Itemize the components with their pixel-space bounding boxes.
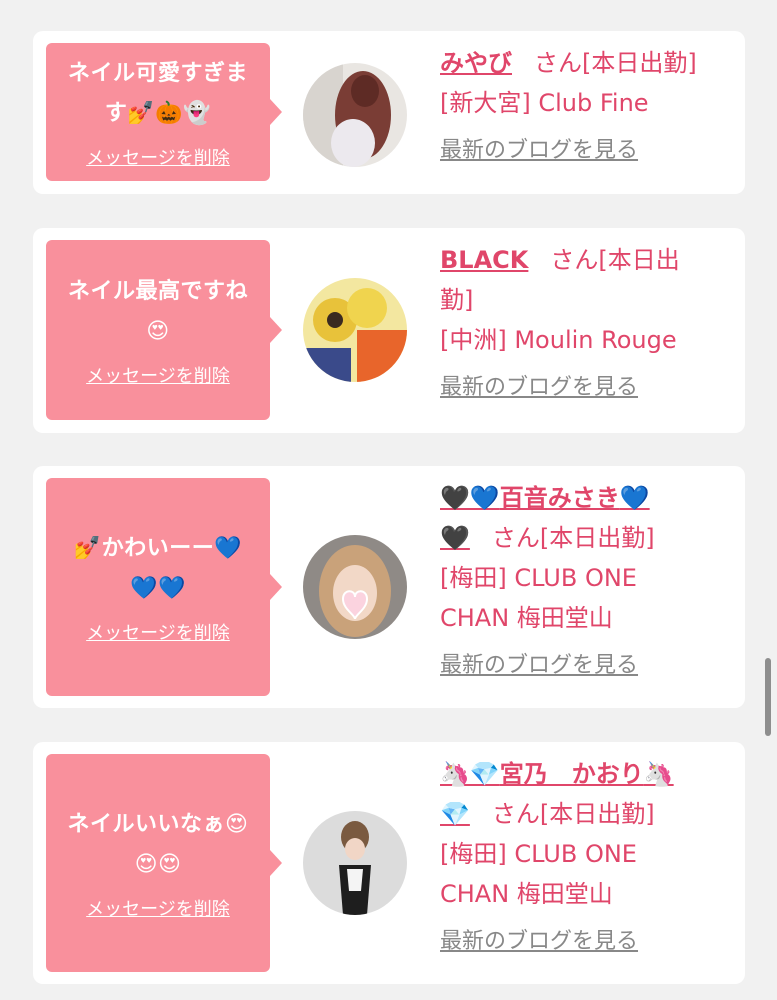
name-emoji: 🖤💙 (440, 484, 500, 512)
delete-message-link[interactable]: メッセージを削除 (86, 619, 230, 645)
cast-name-link[interactable]: 🖤💙百音みさき💙 (440, 484, 650, 512)
delete-message-link[interactable]: メッセージを削除 (86, 362, 230, 388)
latest-blog-link[interactable]: 最新のブログを見る (440, 131, 638, 171)
cast-name-line: みやび さん[本日出勤] (440, 43, 730, 83)
name-emoji: 🦄💎 (440, 760, 500, 788)
shop-area-cont: CHAN 梅田堂山 (440, 880, 613, 908)
cast-name-line: 🖤 さん[本日出勤] (440, 518, 730, 558)
cast-name-line: BLACK さん[本日出 (440, 240, 730, 280)
avatar[interactable] (303, 535, 407, 639)
message-bubble: 💅かわいーー💙 💙💙 メッセージを削除 (46, 478, 282, 696)
message-bubble: ネイルいいなぁ😍 😍😍 メッセージを削除 (46, 754, 282, 972)
cast-name-link[interactable]: みやび (440, 49, 512, 77)
shop-area: [中洲] Moulin Rouge (440, 326, 677, 354)
message-line: す💅🎃👻 (104, 101, 212, 126)
message-line: 💙💙 (130, 576, 186, 601)
latest-blog-link[interactable]: 最新のブログを見る (440, 368, 638, 408)
attendance-status: さん[本日出勤] (491, 524, 655, 552)
message-line: 💅かわいーー💙 (73, 536, 243, 561)
scrollbar[interactable] (765, 658, 771, 736)
message-text: ネイル最高ですね 😍 (68, 272, 248, 352)
message-card: ネイル最高ですね 😍 メッセージを削除 BLACK さん[本日出 勤] [中洲] … (33, 228, 745, 433)
message-line: ネイル最高ですね (67, 279, 248, 304)
attendance-status-cont: 勤] (440, 286, 474, 314)
cast-name-link[interactable]: BLACK (440, 246, 528, 274)
latest-blog-link[interactable]: 最新のブログを見る (440, 922, 638, 962)
cast-name-line: 💎 さん[本日出勤] (440, 794, 730, 834)
message-bubble: ネイル可愛すぎま す💅🎃👻 メッセージを削除 (46, 43, 282, 181)
cast-name: 百音みさき (499, 484, 620, 512)
cast-info: 🖤💙百音みさき💙 🖤 さん[本日出勤] [梅田] CLUB ONE CHAN 梅田… (440, 478, 730, 686)
message-bubble: ネイル最高ですね 😍 メッセージを削除 (46, 240, 282, 420)
attendance-status: さん[本日出 (550, 246, 680, 274)
message-line: ネイル可愛すぎま (67, 61, 248, 86)
name-emoji[interactable]: 🖤 (440, 524, 470, 552)
message-line: ネイルいいなぁ😍 (67, 812, 249, 837)
cast-name-line: 🖤💙百音みさき💙 (440, 478, 730, 518)
attendance-status: さん[本日出勤] (491, 800, 655, 828)
message-card: ネイル可愛すぎま す💅🎃👻 メッセージを削除 みやび さん[本日出勤] [新大宮]… (33, 31, 745, 194)
message-line: 😍😍 (134, 852, 182, 877)
name-emoji: 🦄 (643, 760, 674, 788)
message-card: 💅かわいーー💙 💙💙 メッセージを削除 🖤💙百音みさき💙 🖤 さん[本日出勤] [… (33, 466, 745, 708)
shop-area: [新大宮] Club Fine (440, 89, 649, 117)
shop-area-cont: CHAN 梅田堂山 (440, 604, 613, 632)
name-emoji[interactable]: 💎 (440, 800, 470, 828)
avatar[interactable] (303, 63, 407, 167)
avatar[interactable] (303, 278, 407, 382)
delete-message-link[interactable]: メッセージを削除 (86, 144, 230, 170)
message-text: 💅かわいーー💙 💙💙 (74, 529, 242, 609)
avatar[interactable] (303, 811, 407, 915)
message-line: 😍 (146, 319, 170, 344)
cast-name-link[interactable]: 🦄💎宮乃 かおり🦄 (440, 760, 674, 788)
message-text: ネイル可愛すぎま す💅🎃👻 (68, 54, 248, 134)
cast-name: 宮乃 かおり (499, 760, 644, 788)
shop-area: [梅田] CLUB ONE (440, 840, 637, 868)
latest-blog-link[interactable]: 最新のブログを見る (440, 646, 638, 686)
cast-info: みやび さん[本日出勤] [新大宮] Club Fine 最新のブログを見る (440, 43, 730, 171)
cast-info: 🦄💎宮乃 かおり🦄 💎 さん[本日出勤] [梅田] CLUB ONE CHAN 梅… (440, 754, 730, 962)
cast-name-line: 🦄💎宮乃 かおり🦄 (440, 754, 730, 794)
shop-area: [梅田] CLUB ONE (440, 564, 637, 592)
message-text: ネイルいいなぁ😍 😍😍 (68, 805, 249, 885)
name-emoji: 💙 (619, 484, 650, 512)
cast-info: BLACK さん[本日出 勤] [中洲] Moulin Rouge 最新のブログを… (440, 240, 730, 408)
delete-message-link[interactable]: メッセージを削除 (86, 895, 230, 921)
message-card: ネイルいいなぁ😍 😍😍 メッセージを削除 🦄💎宮乃 かおり🦄 💎 さん[本日出勤]… (33, 742, 745, 984)
attendance-status: さん[本日出勤] (534, 49, 697, 77)
